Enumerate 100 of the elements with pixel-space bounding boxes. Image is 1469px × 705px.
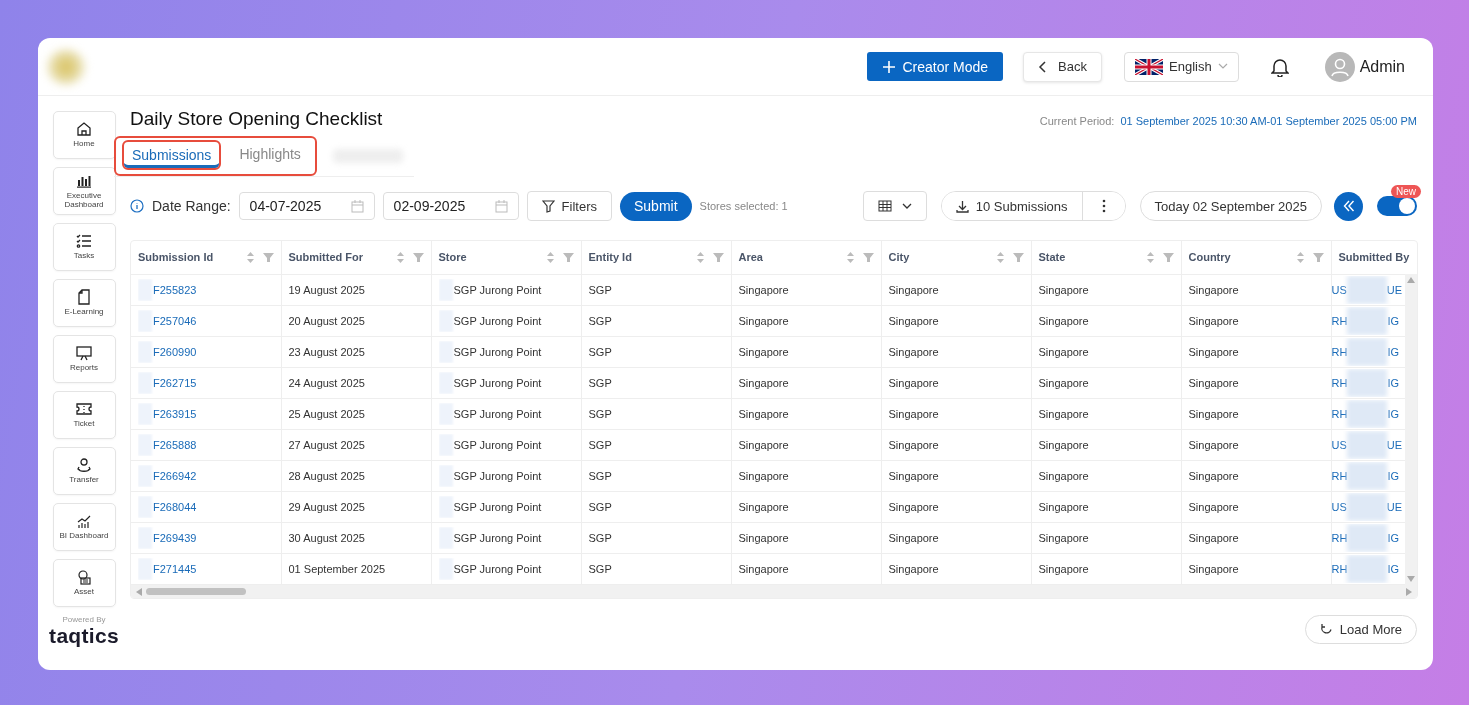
date-field[interactable]: 04-07-2025 [238, 192, 375, 220]
doc-icon [76, 289, 92, 306]
blurred-logo [46, 48, 86, 85]
filter-icon[interactable] [712, 251, 724, 263]
submission-link[interactable]: F262715 [153, 376, 197, 389]
filter-icon[interactable] [262, 251, 274, 263]
user-link[interactable]: UE [1386, 283, 1403, 296]
filter-icon[interactable] [412, 251, 424, 263]
table-cell: Singapore [1188, 345, 1239, 358]
user-link[interactable]: UE [1386, 500, 1403, 513]
avatar-icon[interactable] [1324, 51, 1355, 82]
sort-icon[interactable] [695, 250, 705, 264]
blurred-text [1347, 554, 1388, 583]
bell-icon[interactable] [1270, 56, 1289, 77]
table-cell: Singapore [738, 438, 789, 451]
toggle-switch[interactable] [1377, 196, 1417, 216]
table-cell: 30 August 2025 [288, 531, 365, 544]
scroll-right-icon[interactable] [1406, 587, 1412, 596]
user-link[interactable]: RH [1331, 345, 1348, 358]
submission-link[interactable]: F257046 [153, 314, 197, 327]
scroll-thumb[interactable] [146, 588, 246, 595]
user-link[interactable]: RH [1331, 469, 1348, 482]
submission-link[interactable]: F269439 [153, 531, 197, 544]
user-link[interactable]: RH [1331, 314, 1348, 327]
table-cell: SGP Jurong Point [453, 531, 542, 544]
sort-icon[interactable] [1145, 250, 1155, 264]
more-icon [1101, 199, 1106, 213]
table-cell: Singapore [1188, 283, 1239, 296]
filter-icon[interactable] [1012, 251, 1024, 263]
vertical-scrollbar[interactable] [1405, 274, 1417, 585]
submission-link[interactable]: F268044 [153, 500, 197, 513]
sort-icon[interactable] [245, 250, 255, 264]
sidebar-item[interactable]: Transfer [52, 447, 116, 495]
sidebar-item[interactable]: Ticket [52, 391, 116, 439]
submit-button[interactable]: Submit [620, 191, 692, 221]
user-link[interactable]: US [1331, 500, 1347, 513]
table-cell: Singapore [888, 531, 939, 544]
scroll-up-icon[interactable] [1407, 277, 1415, 283]
user-link[interactable]: IG [1387, 314, 1399, 327]
sort-icon[interactable] [1295, 250, 1305, 264]
user-link[interactable]: RH [1331, 531, 1348, 544]
filter-icon[interactable] [562, 251, 574, 263]
submission-link[interactable]: F266942 [153, 469, 197, 482]
table-cell: Singapore [738, 500, 789, 513]
sidebar-item[interactable]: E-Learning [52, 279, 116, 327]
collapse-button[interactable] [1334, 191, 1363, 221]
user-link[interactable]: RH [1331, 407, 1348, 420]
submission-link[interactable]: F263915 [153, 407, 197, 420]
user-link[interactable]: IG [1387, 376, 1399, 389]
user-link[interactable]: RH [1331, 376, 1348, 389]
today-button[interactable]: Today 02 September 2025 [1139, 191, 1322, 221]
back-button[interactable]: Back [1023, 51, 1102, 82]
user-link[interactable]: US [1331, 283, 1347, 296]
sort-icon[interactable] [845, 250, 855, 264]
sort-icon[interactable] [545, 250, 555, 264]
sort-icon[interactable] [995, 250, 1005, 264]
table-cell: 25 August 2025 [288, 407, 365, 420]
submission-link[interactable]: F265888 [153, 438, 197, 451]
scroll-left-icon[interactable] [136, 587, 142, 596]
table-cell: Singapore [1188, 407, 1239, 420]
creator-mode-button[interactable]: Creator Mode [866, 52, 1004, 81]
filters-button[interactable]: Filters [526, 191, 612, 221]
user-link[interactable]: IG [1387, 562, 1399, 575]
user-link[interactable]: IG [1387, 531, 1399, 544]
table-cell: Singapore [888, 314, 939, 327]
tab[interactable]: Submissions [122, 140, 222, 170]
date-field[interactable]: 02-09-2025 [382, 192, 519, 220]
sidebar-item[interactable]: Tasks [52, 223, 116, 271]
sidebar-item[interactable]: Executive Dashboard [52, 167, 116, 215]
horizontal-scrollbar[interactable] [131, 585, 1417, 598]
sidebar-item[interactable]: Asset [52, 559, 116, 607]
user-link[interactable]: IG [1387, 407, 1399, 420]
filter-icon[interactable] [1162, 251, 1174, 263]
sidebar-item[interactable]: Home [52, 111, 116, 159]
sort-icon[interactable] [395, 250, 405, 264]
user-link[interactable]: RH [1331, 562, 1348, 575]
table-cell: Singapore [1038, 283, 1089, 296]
filter-icon[interactable] [862, 251, 874, 263]
language-dropdown[interactable]: English [1124, 51, 1239, 82]
user-link[interactable]: UE [1386, 438, 1403, 451]
sidebar-item[interactable]: Reports [52, 335, 116, 383]
view-dropdown[interactable] [862, 191, 927, 221]
table-cell: Singapore [1038, 407, 1089, 420]
table-cell: SGP Jurong Point [453, 407, 542, 420]
filter-icon[interactable] [1312, 251, 1324, 263]
sidebar-item[interactable]: BI Dashboard [52, 503, 116, 551]
blurred-text [1346, 275, 1387, 304]
export-button[interactable]: 10 Submissions [941, 192, 1083, 220]
submission-link[interactable]: F271445 [153, 562, 197, 575]
scroll-down-icon[interactable] [1407, 576, 1415, 582]
user-name[interactable]: Admin [1359, 57, 1405, 76]
table-cell: SGP Jurong Point [453, 500, 542, 513]
load-more-button[interactable]: Load More [1304, 615, 1417, 644]
submission-link[interactable]: F260990 [153, 345, 197, 358]
table-cell: Singapore [1038, 469, 1089, 482]
submission-link[interactable]: F255823 [153, 283, 197, 296]
table-cell: 19 August 2025 [288, 283, 365, 296]
user-link[interactable]: IG [1387, 469, 1399, 482]
user-link[interactable]: IG [1387, 345, 1399, 358]
user-link[interactable]: US [1331, 438, 1347, 451]
